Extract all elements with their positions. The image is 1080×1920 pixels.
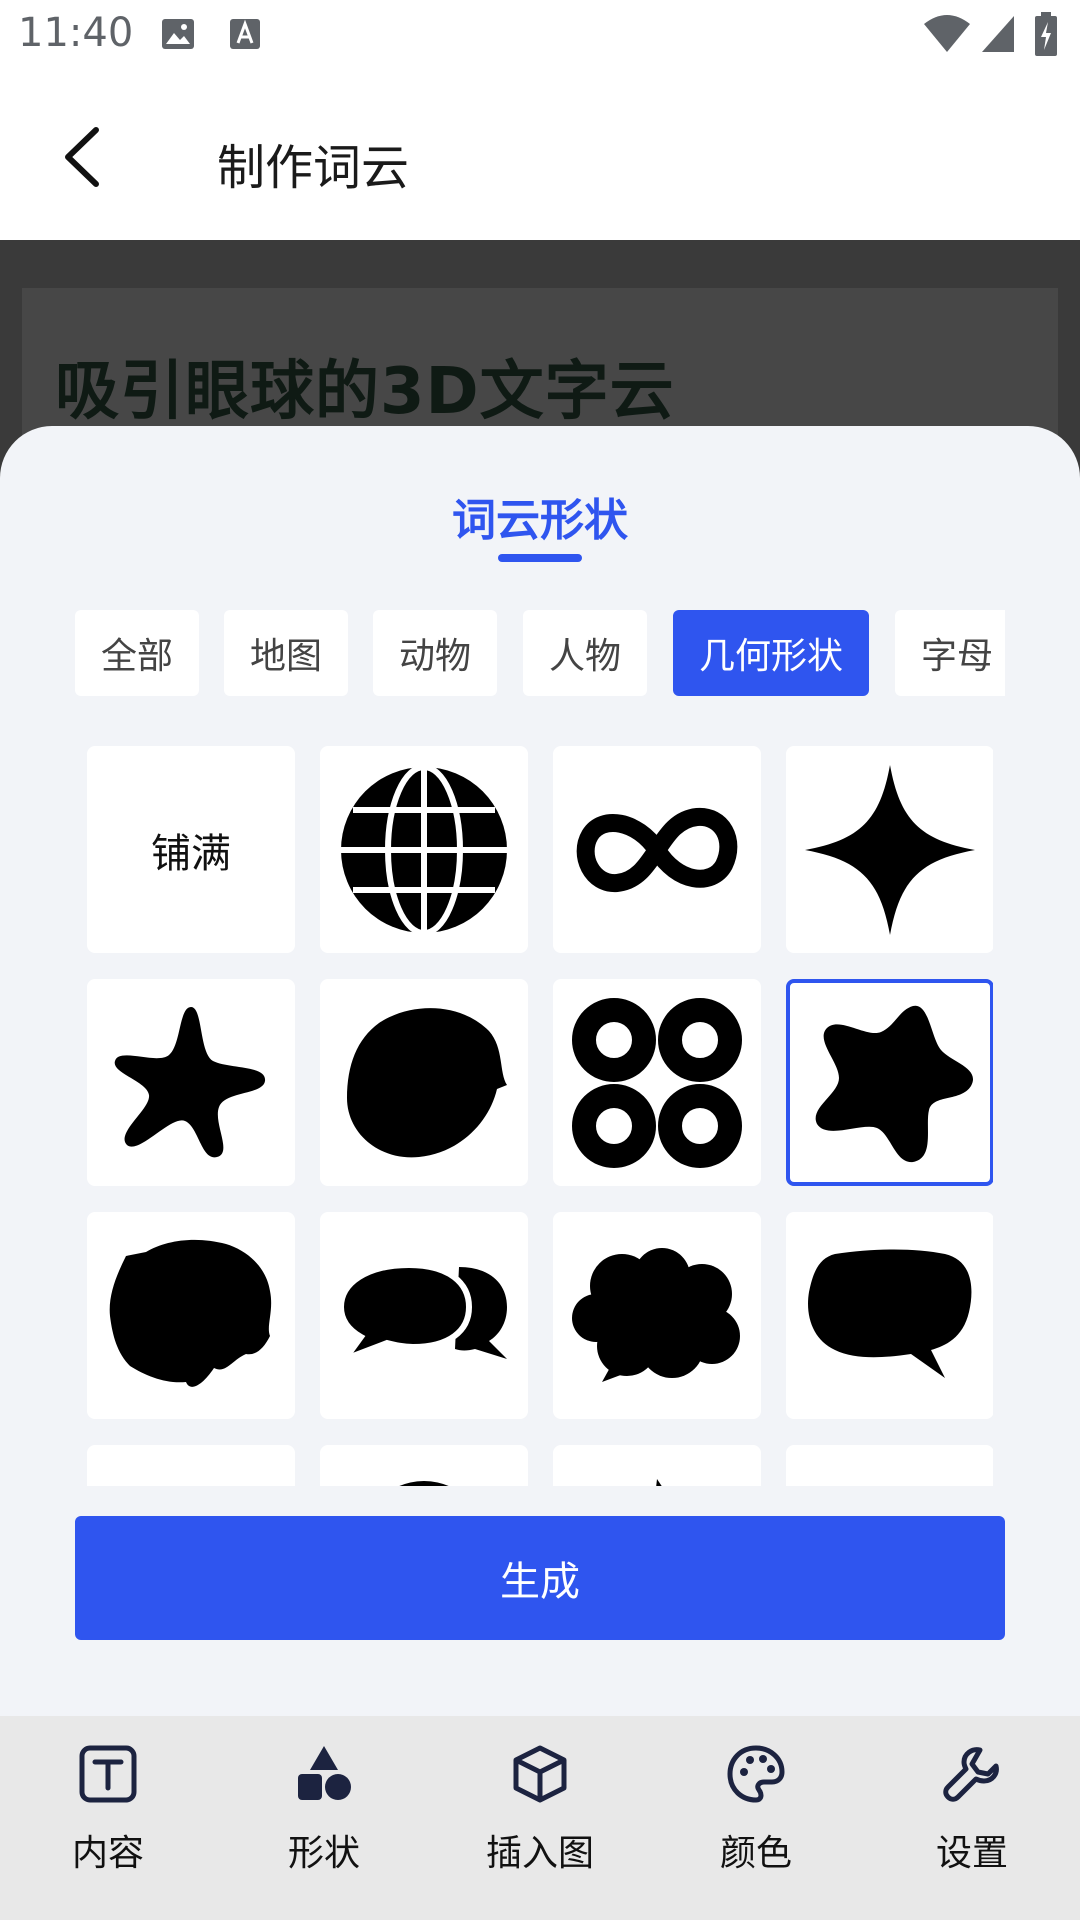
shape-option-speech-bubble[interactable]: [786, 1212, 993, 1419]
sheet-title-underline: [498, 554, 582, 562]
shape-option-16[interactable]: [786, 1445, 993, 1486]
back-arrow-icon: [65, 127, 99, 187]
tab-all[interactable]: 全部: [75, 610, 199, 696]
nav-label-color: 颜色: [719, 1833, 792, 1874]
nav-label-shape: 形状: [287, 1833, 360, 1874]
nav-item-settings[interactable]: 设置: [864, 1716, 1080, 1920]
speech-bubbles-icon: [339, 1261, 507, 1364]
tab-letters[interactable]: 字母: [895, 610, 1005, 696]
wifi-icon: [922, 14, 972, 58]
preview-headline: 吸引眼球的3D文字云: [55, 355, 675, 429]
tab-geometry[interactable]: 几何形状: [673, 610, 869, 696]
nav-item-insert-image[interactable]: 插入图: [432, 1716, 648, 1920]
generate-button[interactable]: 生成: [75, 1516, 1005, 1640]
cloud-bubble-icon: [572, 1247, 740, 1382]
shape-grid: 铺满: [87, 746, 993, 1486]
rounded-star-icon: [815, 1005, 974, 1162]
wrench-icon: [943, 1747, 999, 1802]
shape-option-infinity[interactable]: [553, 746, 761, 953]
shape-option-13[interactable]: [87, 1445, 295, 1486]
globe-icon: [341, 764, 507, 935]
shape-option-fill[interactable]: 铺满: [87, 746, 295, 953]
nav-item-content[interactable]: 内容: [0, 1716, 216, 1920]
shape-option-15[interactable]: [553, 1445, 761, 1486]
shape-option-cloud-bubble[interactable]: [553, 1212, 761, 1419]
shape-option-globe[interactable]: [320, 746, 528, 953]
infinity-icon: [576, 807, 738, 892]
tab-people[interactable]: 人物: [523, 610, 647, 696]
text-notification-icon: [228, 16, 262, 56]
back-button[interactable]: [52, 122, 122, 192]
shape-sheet: 词云形状 全部 地图 动物 人物 几何形状 字母 铺满 生成: [0, 426, 1080, 1716]
partial-shape-icon: [656, 1478, 662, 1486]
shape-option-14[interactable]: [320, 1445, 528, 1486]
shape-option-four-point-star[interactable]: [786, 746, 993, 953]
cube-icon: [513, 1745, 567, 1803]
shape-option-rough-blob[interactable]: [87, 1212, 295, 1419]
app-bar: 制作词云: [0, 72, 1080, 240]
shape-option-blob[interactable]: [320, 979, 528, 1186]
page-title: 制作词云: [217, 140, 410, 196]
nav-item-color[interactable]: 颜色: [648, 1716, 864, 1920]
shape-option-speech-bubbles[interactable]: [320, 1212, 528, 1419]
cell-signal-icon: [980, 14, 1016, 58]
shape-option-four-rings[interactable]: [553, 979, 761, 1186]
nav-item-shape[interactable]: 形状: [216, 1716, 432, 1920]
rough-blob-icon: [109, 1239, 272, 1387]
shape-option-starfish[interactable]: [87, 979, 295, 1186]
nav-label-insert-image: 插入图: [485, 1833, 594, 1874]
sheet-title: 词云形状: [452, 495, 628, 546]
four-point-star-icon: [805, 764, 975, 935]
four-rings-icon: [572, 997, 742, 1168]
nav-label-content: 内容: [71, 1833, 144, 1874]
text-box-icon: [79, 1745, 137, 1803]
category-tabs: 全部 地图 动物 人物 几何形状 字母: [75, 610, 1005, 696]
status-time: 11:40: [18, 10, 134, 56]
speech-bubble-icon: [808, 1249, 972, 1378]
blob-icon: [347, 1007, 507, 1157]
palette-icon: [727, 1745, 785, 1803]
tab-animal[interactable]: 动物: [373, 610, 497, 696]
partial-shape-icon: [398, 1480, 450, 1486]
status-bar: 11:40: [0, 0, 1080, 72]
image-notification-icon: [160, 16, 196, 56]
nav-label-settings: 设置: [935, 1833, 1008, 1874]
starfish-icon: [114, 1006, 266, 1157]
shapes-icon: [298, 1746, 351, 1800]
partial-shape-icon: [106, 1464, 276, 1487]
battery-charging-icon: [1034, 12, 1058, 60]
tab-map[interactable]: 地图: [224, 610, 348, 696]
shape-option-rounded-star[interactable]: [786, 979, 993, 1186]
bottom-nav: 内容 形状 插入图 颜色 设置: [0, 1716, 1080, 1920]
shape-fill-label: 铺满: [151, 830, 231, 877]
